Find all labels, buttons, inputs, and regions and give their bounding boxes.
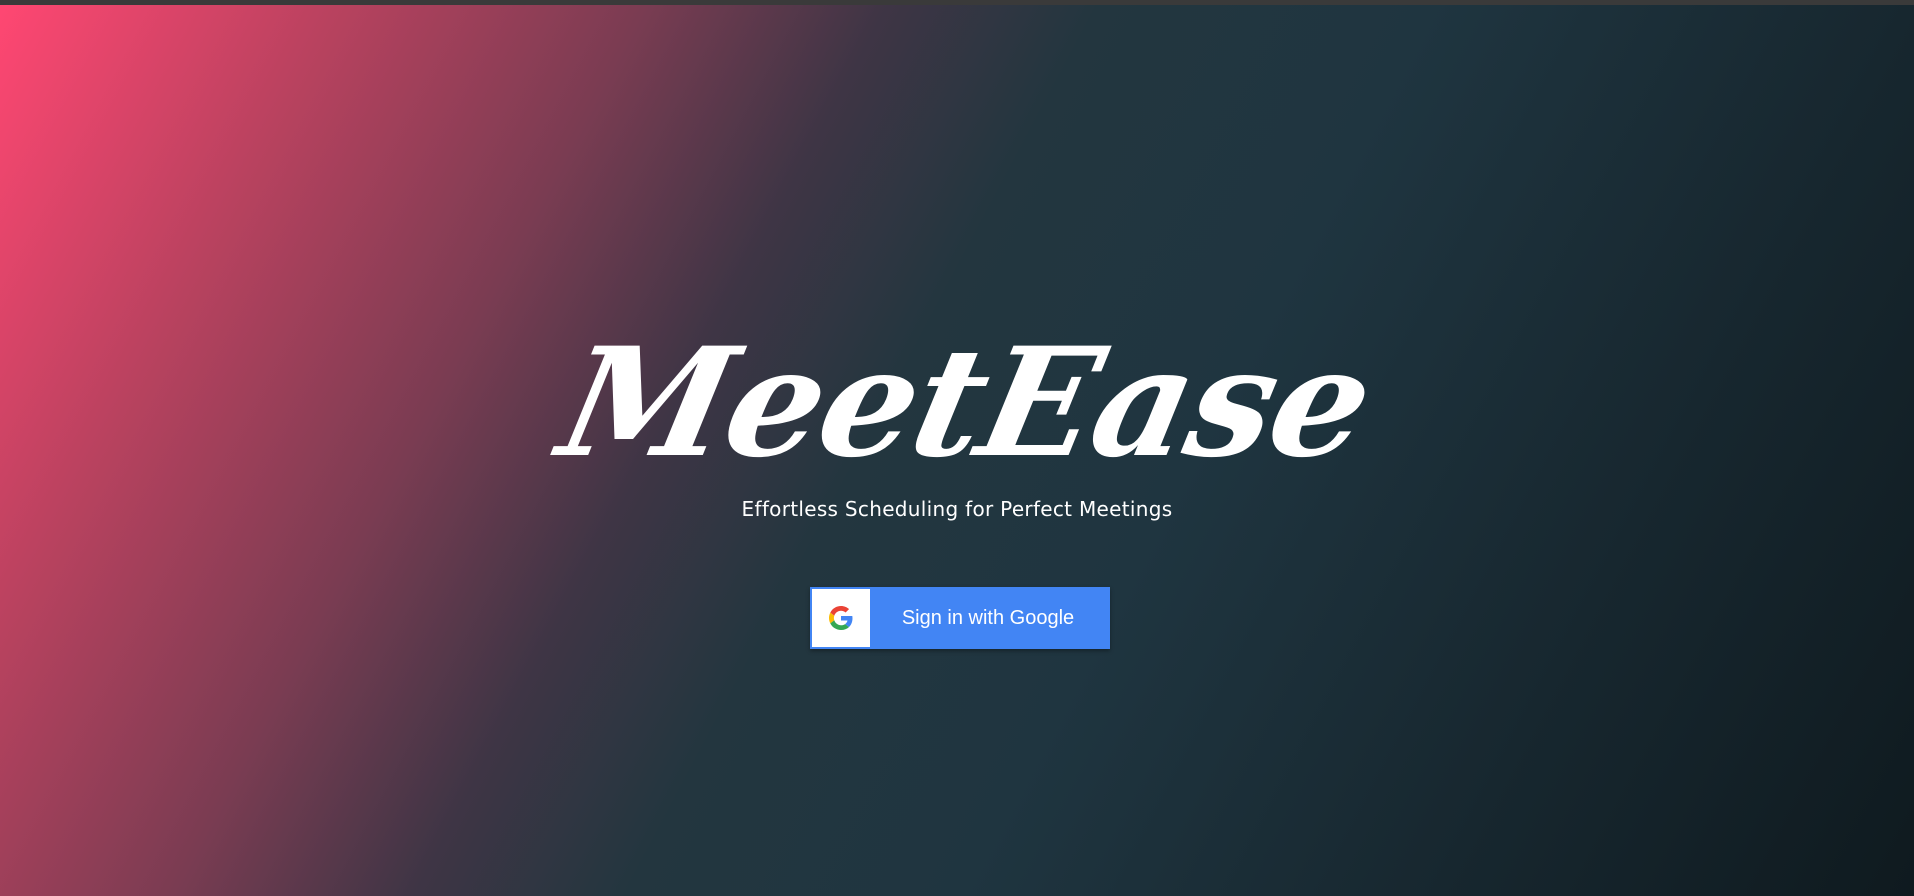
window-top-bar [0, 0, 1914, 5]
google-button-label: Sign in with Google [901, 606, 1075, 629]
sign-in-with-google-button[interactable]: Sign in with Google [810, 587, 1110, 649]
brand-logo: MeetEase [0, 305, 1914, 495]
logo-wordmark: MeetEase [542, 315, 1386, 491]
tagline: Effortless Scheduling for Perfect Meetin… [741, 497, 1173, 521]
google-g-icon [812, 589, 870, 647]
